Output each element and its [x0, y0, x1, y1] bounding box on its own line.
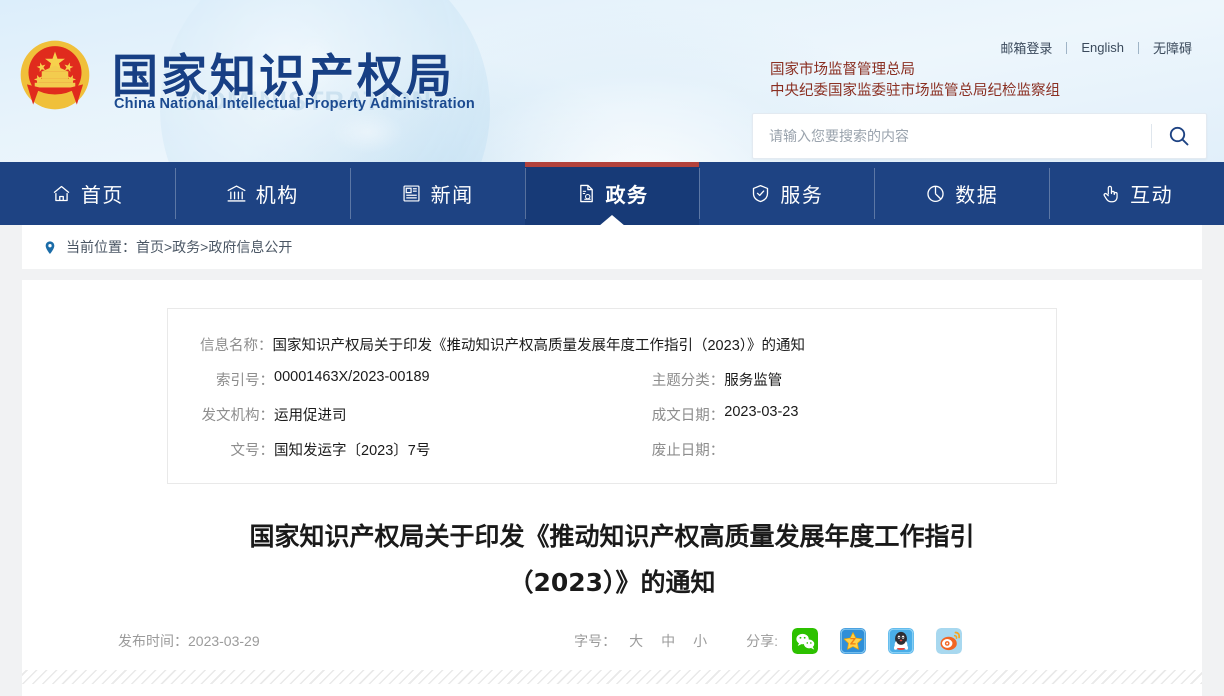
location-pin-icon [43, 239, 57, 256]
metadata-label: 发文机构： [201, 408, 275, 424]
national-emblem-icon [20, 40, 90, 110]
metadata-cell: 文号： 国知发运字〔2023〕7号 [168, 439, 630, 460]
search-button[interactable] [1152, 114, 1206, 158]
search-input[interactable] [753, 114, 1151, 158]
metadata-label: 信息名称： [200, 338, 273, 354]
article-toolbar: 发布时间：2023-03-29 字号： 大 中 小 分享: Z [112, 628, 1112, 654]
metadata-value: 00001463X/2023-00189 [274, 369, 430, 385]
agency-line-2: 中央纪委国家监委驻市场监管总局纪检监察组 [770, 83, 1060, 99]
metadata-cell: 废止日期： [630, 439, 1056, 460]
metadata-value: 2023-03-23 [724, 404, 799, 420]
metadata-value: 服务监管 [724, 373, 783, 389]
nav-label: 首页 [80, 185, 124, 207]
article-content-panel: 信息名称： 国家知识产权局关于印发《推动知识产权高质量发展年度工作指引（2023… [22, 280, 1202, 696]
nav-item-organization[interactable]: 机构 [174, 162, 350, 225]
nav-item-interaction[interactable]: 互动 [1049, 162, 1224, 225]
metadata-label: 废止日期： [651, 443, 725, 459]
metadata-value: 国家知识产权局关于印发《推动知识产权高质量发展年度工作指引（2023）》的通知 [272, 338, 806, 354]
hand-click-icon [1100, 183, 1121, 204]
metadata-cell: 发文机构： 运用促进司 [168, 404, 630, 425]
table-row: 发文机构： 运用促进司 成文日期： 2023-03-23 [168, 397, 1056, 432]
active-tab-indicator [599, 215, 625, 226]
table-row: 文号： 国知发运字〔2023〕7号 废止日期： [168, 432, 1056, 467]
metadata-value: 国知发运字〔2023〕7号 [274, 443, 431, 459]
page-body: 当前位置：首页>政务>政府信息公开 信息名称： 国家知识产权局关于印发《推动知识… [0, 225, 1224, 696]
document-metadata-table: 信息名称： 国家知识产权局关于印发《推动知识产权高质量发展年度工作指引（2023… [167, 308, 1057, 484]
metadata-label: 索引号： [216, 373, 274, 389]
metadata-cell: 主题分类： 服务监管 [630, 369, 1056, 390]
document-seal-icon [576, 183, 597, 204]
toolbar-right: 字号： 大 中 小 分享: Z [574, 628, 1112, 654]
font-size-small[interactable]: 小 [684, 631, 716, 651]
breadcrumb-text: 当前位置：首页>政务>政府信息公开 [66, 239, 293, 255]
nav-label: 数据 [955, 185, 999, 207]
metadata-cell: 信息名称： 国家知识产权局关于印发《推动知识产权高质量发展年度工作指引（2023… [168, 334, 1056, 355]
title-line-2: （2023）》的通知 [508, 568, 716, 597]
top-links: 邮箱登录 English 无障碍 [986, 38, 1206, 57]
agency-line-1: 国家市场监督管理总局 [770, 62, 915, 78]
nav-label: 政务 [605, 185, 649, 207]
bank-icon [226, 183, 247, 204]
top-link-accessibility[interactable]: 无障碍 [1139, 38, 1206, 57]
metadata-label: 成文日期： [651, 408, 725, 424]
shield-check-icon [750, 183, 771, 204]
share-icons: Z [792, 628, 962, 654]
home-icon [51, 183, 72, 204]
nav-item-home[interactable]: 首页 [0, 162, 175, 225]
weibo-share-icon[interactable] [936, 628, 962, 654]
top-link-email[interactable]: 邮箱登录 [986, 38, 1066, 57]
wechat-share-icon[interactable] [792, 628, 818, 654]
svg-text:Z: Z [850, 638, 856, 648]
site-header: ADMINISTRATION 国家知识产权局 China National In… [0, 0, 1224, 162]
nav-item-government-affairs[interactable]: 政务 [524, 162, 700, 226]
nav-label: 服务 [780, 185, 824, 207]
hatched-divider [22, 670, 1202, 684]
font-size-medium[interactable]: 中 [652, 631, 684, 651]
metadata-value: 运用促进司 [274, 408, 347, 424]
metadata-label: 主题分类： [651, 373, 725, 389]
main-navigation: 首页 机构 新闻 政务 服务 数据 互动 [0, 162, 1224, 226]
newspaper-icon [401, 183, 422, 204]
search-box [752, 113, 1207, 159]
pie-chart-icon [925, 183, 946, 204]
nav-item-news[interactable]: 新闻 [349, 162, 525, 225]
metadata-cell: 成文日期： 2023-03-23 [630, 404, 1056, 425]
page-title: 国家知识产权局关于印发《推动知识产权高质量发展年度工作指引 （2023）》的通知 [202, 514, 1022, 606]
affiliated-agency-block: 国家市场监督管理总局 中央纪委国家监委驻市场监管总局纪检监察组 [770, 60, 1060, 102]
nav-label: 互动 [1130, 185, 1174, 207]
qq-share-icon[interactable] [888, 628, 914, 654]
nav-item-data[interactable]: 数据 [874, 162, 1049, 225]
breadcrumb: 当前位置：首页>政务>政府信息公开 [22, 225, 1202, 269]
nav-item-services[interactable]: 服务 [699, 162, 874, 225]
search-icon [1169, 126, 1189, 146]
font-size-large[interactable]: 大 [620, 631, 652, 651]
qzone-share-icon[interactable]: Z [840, 628, 866, 654]
nav-label: 新闻 [430, 185, 474, 207]
title-line-1: 国家知识产权局关于印发《推动知识产权高质量发展年度工作指引 [249, 522, 975, 551]
table-row: 索引号： 00001463X/2023-00189 主题分类： 服务监管 [168, 362, 1056, 397]
table-row: 信息名称： 国家知识产权局关于印发《推动知识产权高质量发展年度工作指引（2023… [168, 327, 1056, 362]
metadata-cell: 索引号： 00001463X/2023-00189 [168, 369, 630, 390]
nav-label: 机构 [255, 185, 299, 207]
top-link-english[interactable]: English [1067, 40, 1138, 55]
font-size-label: 字号： [574, 633, 617, 649]
metadata-label: 文号： [230, 443, 275, 459]
share-label: 分享: [746, 633, 778, 649]
publish-time: 发布时间：2023-03-29 [118, 633, 260, 649]
site-title-en: China National Intellectual Property Adm… [114, 96, 475, 112]
